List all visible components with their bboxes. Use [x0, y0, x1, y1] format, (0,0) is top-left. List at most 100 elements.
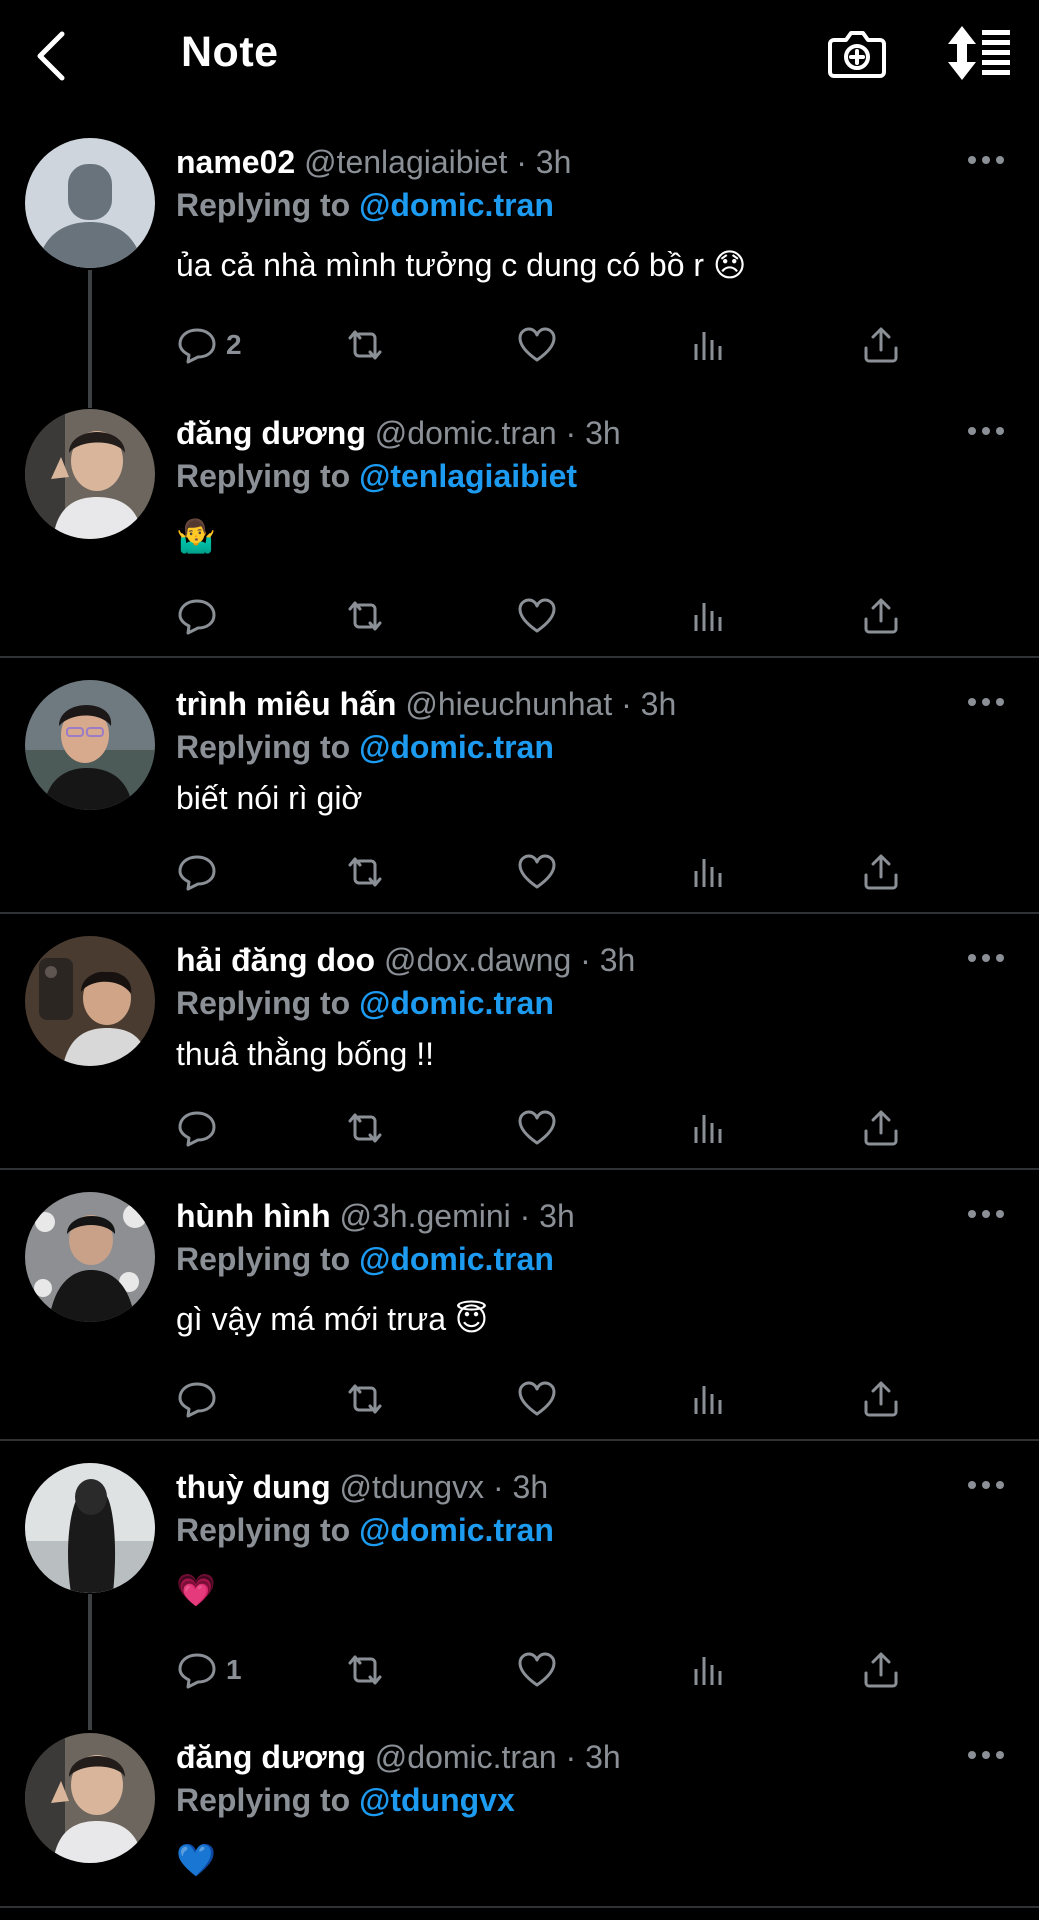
views-button[interactable] [688, 320, 730, 370]
replying-to-handle[interactable]: @domic.tran [359, 187, 554, 223]
views-button[interactable] [688, 847, 730, 897]
action-bar [176, 847, 916, 897]
more-options-button[interactable] [966, 1473, 1006, 1497]
replying-to-handle[interactable]: @domic.tran [359, 985, 554, 1021]
retweet-button[interactable] [344, 320, 386, 370]
avatar[interactable] [25, 936, 155, 1066]
share-button[interactable] [860, 847, 902, 897]
heart-icon [518, 1652, 556, 1687]
replying-to-label: Replying to [176, 1512, 351, 1548]
more-options-button[interactable] [966, 419, 1006, 443]
reply-count: 2 [226, 329, 242, 360]
replying-to-handle[interactable]: @tdungvx [359, 1782, 515, 1818]
retweet-button[interactable] [344, 1645, 386, 1695]
retweet-button[interactable] [344, 1374, 386, 1424]
replying-to: Replying to @domic.tran [176, 185, 554, 225]
author-handle[interactable]: @tdungvx [340, 1469, 485, 1505]
analytics-icon [694, 1657, 722, 1685]
avatar[interactable] [25, 680, 155, 810]
replying-to-handle[interactable]: @domic.tran [359, 1241, 554, 1277]
replying-to: Replying to @domic.tran [176, 1239, 554, 1279]
author-handle[interactable]: @dox.dawng [384, 942, 571, 978]
share-button[interactable] [860, 1645, 902, 1695]
camera-button[interactable] [826, 22, 888, 84]
author-name[interactable]: đăng dương [176, 1739, 366, 1775]
reply-button[interactable] [176, 591, 226, 641]
replying-to-handle[interactable]: @domic.tran [359, 729, 554, 765]
analytics-icon [694, 1115, 722, 1143]
post-text: ủa cả nhà mình tưởng c dung có bồ r 😞 [176, 247, 747, 283]
avatar[interactable] [25, 138, 155, 268]
author-name[interactable]: name02 [176, 144, 295, 180]
replying-to-label: Replying to [176, 729, 351, 765]
replying-to: Replying to @domic.tran [176, 1510, 554, 1550]
reply-button[interactable] [176, 1374, 226, 1424]
divider [0, 912, 1039, 914]
views-button[interactable] [688, 591, 730, 641]
share-button[interactable] [860, 591, 902, 641]
views-button[interactable] [688, 1645, 730, 1695]
top-bar: Note [0, 0, 1039, 112]
like-button[interactable] [516, 591, 558, 641]
replying-to: Replying to @domic.tran [176, 727, 554, 767]
avatar[interactable] [25, 409, 155, 539]
author-handle[interactable]: @hieuchunhat [405, 686, 612, 722]
author-handle[interactable]: @domic.tran [375, 1739, 557, 1775]
reply-count: 1 [226, 1654, 242, 1685]
more-dots-icon [968, 698, 1004, 706]
share-button[interactable] [860, 1103, 902, 1153]
like-button[interactable] [516, 1103, 558, 1153]
replying-to-label: Replying to [176, 1241, 351, 1277]
author-line: name02 @tenlagiaibiet · 3h [176, 142, 571, 182]
author-name[interactable]: hùnh hình [176, 1198, 331, 1234]
reply-button[interactable]: 1 [176, 1645, 242, 1695]
more-options-button[interactable] [966, 1743, 1006, 1767]
replying-to-handle[interactable]: @domic.tran [359, 1512, 554, 1548]
avatar[interactable] [25, 1463, 155, 1593]
retweet-button[interactable] [344, 1103, 386, 1153]
analytics-icon [694, 603, 722, 631]
author-handle[interactable]: @domic.tran [375, 415, 557, 451]
analytics-icon [694, 332, 722, 360]
replying-to-handle[interactable]: @tenlagiaibiet [359, 458, 577, 494]
more-options-button[interactable] [966, 1202, 1006, 1226]
author-name[interactable]: thuỳ dung [176, 1469, 331, 1505]
like-button[interactable] [516, 320, 558, 370]
more-options-button[interactable] [966, 690, 1006, 714]
retweet-icon [348, 1384, 382, 1414]
back-button[interactable] [30, 24, 78, 88]
share-button[interactable] [860, 320, 902, 370]
share-button[interactable] [860, 1374, 902, 1424]
more-options-button[interactable] [966, 148, 1006, 172]
reply-button[interactable] [176, 847, 226, 897]
reply-icon [178, 328, 216, 364]
heart-icon [518, 1381, 556, 1416]
author-handle[interactable]: @3h.gemini [340, 1198, 511, 1234]
reply-button[interactable]: 2 [176, 320, 242, 370]
views-button[interactable] [688, 1374, 730, 1424]
like-button[interactable] [516, 847, 558, 897]
like-button[interactable] [516, 1374, 558, 1424]
retweet-button[interactable] [344, 591, 386, 641]
author-name[interactable]: hải đăng doo [176, 942, 375, 978]
like-button[interactable] [516, 1645, 558, 1695]
reply-button[interactable] [176, 1103, 226, 1153]
post-time: 3h [512, 1469, 549, 1505]
share-icon [864, 1110, 898, 1146]
avatar[interactable] [25, 1733, 155, 1863]
retweet-button[interactable] [344, 847, 386, 897]
user-photo-icon [25, 936, 155, 1066]
more-options-button[interactable] [966, 946, 1006, 970]
reply-icon [178, 1111, 216, 1147]
post-time: 3h [585, 415, 621, 451]
heart-icon [518, 598, 556, 633]
author-name[interactable]: trình miêu hấn [176, 686, 396, 722]
avatar[interactable] [25, 1192, 155, 1322]
retweet-icon [348, 601, 382, 631]
replying-to-label: Replying to [176, 458, 351, 494]
author-handle[interactable]: @tenlagiaibiet [304, 144, 507, 180]
author-name[interactable]: đăng dương [176, 415, 366, 451]
views-button[interactable] [688, 1103, 730, 1153]
sort-button[interactable] [944, 22, 1012, 84]
reply-icon [178, 855, 216, 891]
